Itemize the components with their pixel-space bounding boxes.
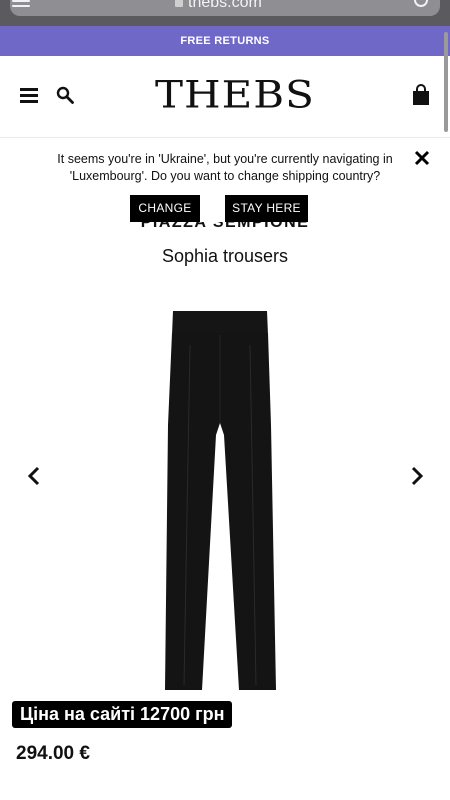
country-popup: It seems you're in 'Ukraine', but you're… — [0, 139, 450, 227]
scrollbar[interactable] — [444, 32, 448, 132]
overlay-price-label: Ціна на сайті 12700 грн — [12, 701, 233, 728]
country-message: It seems you're in 'Ukraine', but you're… — [57, 152, 393, 183]
change-country-button[interactable]: CHANGE — [130, 195, 200, 222]
brand-label: PIAZZA SEMPIONE — [140, 222, 310, 231]
logo[interactable]: THEBS — [155, 76, 314, 114]
url-text[interactable]: thebs.com — [175, 0, 262, 12]
product-brand[interactable]: PIAZZA SEMPIONE — [0, 222, 450, 236]
shopping-bag-icon[interactable] — [412, 84, 430, 106]
site-header: THEBS — [0, 56, 450, 138]
browser-url-bar: thebs.com — [0, 0, 450, 26]
menu-icon[interactable] — [12, 0, 30, 8]
hamburger-icon[interactable] — [20, 88, 38, 103]
lock-icon — [175, 0, 183, 7]
stay-here-button[interactable]: STAY HERE — [225, 195, 308, 222]
next-image-arrow-icon[interactable] — [407, 464, 427, 488]
url-value: thebs.com — [188, 0, 262, 11]
product-image[interactable] — [150, 305, 290, 697]
search-icon[interactable] — [56, 86, 74, 104]
product-price: 294.00 € — [16, 743, 90, 764]
promo-banner: FREE RETURNS — [0, 26, 450, 56]
product-title: Sophia trousers — [161, 246, 289, 266]
close-icon[interactable] — [414, 150, 430, 166]
previous-image-arrow-icon[interactable] — [24, 464, 44, 488]
